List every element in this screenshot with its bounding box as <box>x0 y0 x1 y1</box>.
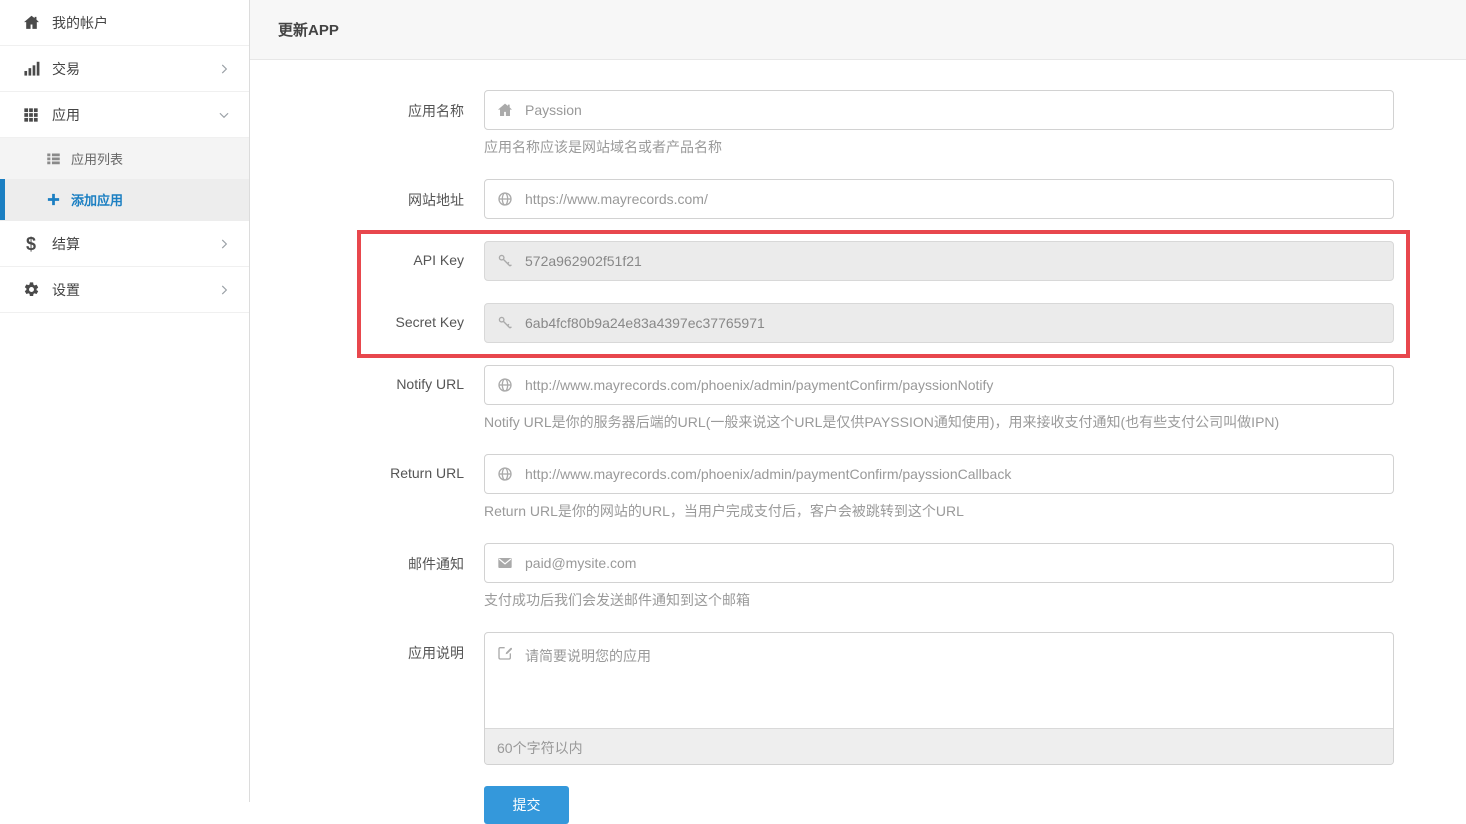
sidebar-item-label: 我的帐户 <box>52 13 231 33</box>
sidebar-item-label: 应用列表 <box>71 149 123 168</box>
chevron-down-icon <box>217 108 231 122</box>
notify-url-input-box <box>484 365 1394 405</box>
form-row-app-name: 应用名称 应用名称应该是网站域名或者产品名称 <box>278 90 1394 157</box>
form-row-secret-key: Secret Key <box>278 303 1394 343</box>
edit-icon <box>497 645 513 661</box>
field-label: Notify URL <box>278 365 464 432</box>
submit-button[interactable]: 提交 <box>484 786 569 824</box>
help-text: 支付成功后我们会发送邮件通知到这个邮箱 <box>484 590 1394 610</box>
secret-key-input <box>523 314 1381 332</box>
form-row-api-key: API Key <box>278 241 1394 281</box>
app-description-textarea[interactable] <box>523 644 1381 717</box>
field-label: 网站地址 <box>278 179 464 219</box>
page-header: 更新APP <box>250 0 1466 60</box>
secret-key-input-box <box>484 303 1394 343</box>
website-url-input-box <box>484 179 1394 219</box>
form-row-return-url: Return URL Return URL是你的网站的URL，当用户完成支付后，… <box>278 454 1394 521</box>
field-label: Return URL <box>278 454 464 521</box>
bar-chart-icon <box>20 60 42 77</box>
globe-icon <box>497 377 513 393</box>
globe-icon <box>497 191 513 207</box>
api-key-input <box>523 252 1381 270</box>
app-description-box: 60个字符以内 <box>484 632 1394 765</box>
chevron-right-icon <box>217 62 231 76</box>
sidebar-item-label: 交易 <box>52 59 217 79</box>
sidebar-item-settings[interactable]: 设置 <box>0 267 249 313</box>
gear-icon <box>20 281 42 298</box>
notify-url-input[interactable] <box>523 376 1381 394</box>
sidebar-item-label: 添加应用 <box>71 190 123 209</box>
field-label: 应用名称 <box>278 90 464 157</box>
form-row-email-notify: 邮件通知 支付成功后我们会发送邮件通知到这个邮箱 <box>278 543 1394 610</box>
form-row-app-description: 应用说明 60个字符以内 <box>278 632 1394 765</box>
apps-submenu: 应用列表 添加应用 <box>0 138 249 221</box>
sidebar-item-transactions[interactable]: 交易 <box>0 46 249 92</box>
chevron-right-icon <box>217 237 231 251</box>
website-url-input[interactable] <box>523 190 1381 208</box>
home-icon <box>497 102 513 118</box>
globe-icon <box>497 466 513 482</box>
sidebar-item-label: 结算 <box>52 234 217 254</box>
field-label: Secret Key <box>278 303 464 343</box>
form-row-notify-url: Notify URL Notify URL是你的服务器后端的URL(一般来说这个… <box>278 365 1394 432</box>
sidebar-item-label: 设置 <box>52 280 217 300</box>
envelope-icon <box>497 555 513 571</box>
sidebar-item-label: 应用 <box>52 105 217 125</box>
app-name-input[interactable] <box>523 101 1381 119</box>
field-label: API Key <box>278 241 464 281</box>
sidebar-item-add-app[interactable]: 添加应用 <box>0 179 249 220</box>
sidebar-item-my-account[interactable]: 我的帐户 <box>0 0 249 46</box>
return-url-input-box <box>484 454 1394 494</box>
email-input[interactable] <box>523 554 1381 572</box>
form-row-website-url: 网站地址 <box>278 179 1394 219</box>
chevron-right-icon <box>217 283 231 297</box>
char-limit-note: 60个字符以内 <box>485 728 1393 764</box>
key-icon <box>497 315 513 331</box>
field-label: 邮件通知 <box>278 543 464 610</box>
update-app-form: 应用名称 应用名称应该是网站域名或者产品名称 网站地址 <box>250 60 1466 824</box>
home-icon <box>20 14 42 31</box>
key-icon <box>497 253 513 269</box>
help-text: Return URL是你的网站的URL，当用户完成支付后，客户会被跳转到这个UR… <box>484 501 1394 521</box>
email-input-box <box>484 543 1394 583</box>
sidebar: 我的帐户 交易 应用 应用列表 添加应用 <box>0 0 250 802</box>
app-name-input-box <box>484 90 1394 130</box>
dollar-icon: $ <box>20 235 42 253</box>
field-label: 应用说明 <box>278 632 464 765</box>
page-title: 更新APP <box>278 19 339 40</box>
list-icon <box>44 151 62 166</box>
api-key-input-box <box>484 241 1394 281</box>
sidebar-item-settlement[interactable]: $ 结算 <box>0 221 249 267</box>
sidebar-item-apps[interactable]: 应用 <box>0 92 249 138</box>
plus-icon <box>44 192 62 207</box>
grid-icon <box>20 107 42 123</box>
help-text: 应用名称应该是网站域名或者产品名称 <box>484 137 1394 157</box>
sidebar-item-app-list[interactable]: 应用列表 <box>0 138 249 179</box>
main-content: 更新APP 应用名称 应用名称应该是网站域名或者产品名称 网站地址 <box>250 0 1466 802</box>
help-text: Notify URL是你的服务器后端的URL(一般来说这个URL是仅供PAYSS… <box>484 412 1394 432</box>
return-url-input[interactable] <box>523 465 1381 483</box>
